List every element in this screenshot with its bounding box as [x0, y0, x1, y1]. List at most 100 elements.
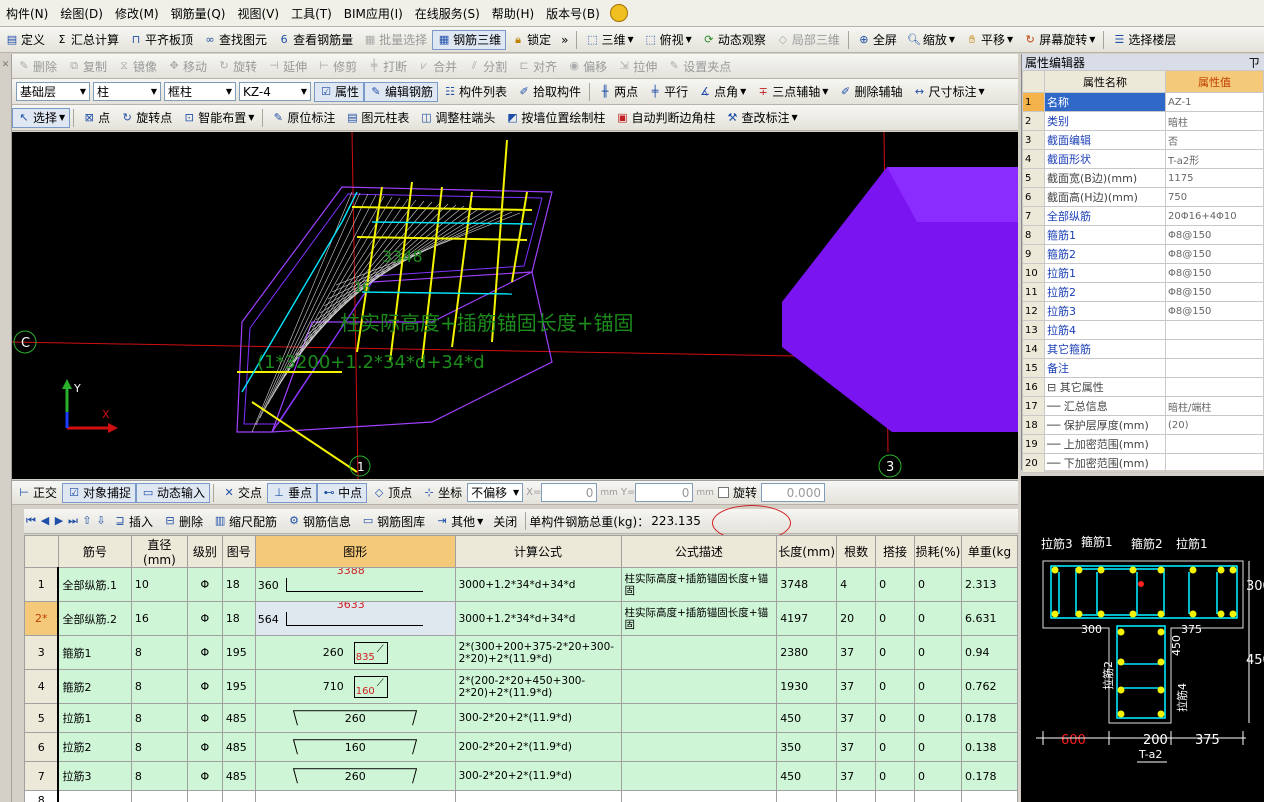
formula-cell[interactable]: 200-2*20+2*(11.9*d) [454, 732, 622, 762]
property-value[interactable] [1165, 339, 1264, 359]
property-row[interactable]: 2 类别 暗柱 [1022, 111, 1264, 131]
sum-calc-button[interactable]: Σ 汇总计算 [50, 30, 124, 50]
merge-button[interactable]: ⩗ 合并 [412, 56, 462, 76]
grade-cell[interactable]: Φ [186, 601, 223, 636]
length-cell[interactable] [776, 790, 838, 802]
subtype-select[interactable]: 框柱 ▼ [164, 82, 236, 101]
property-value[interactable] [1165, 377, 1264, 397]
intersect-snap[interactable]: ✕ 交点 [217, 483, 267, 503]
table-row[interactable]: 1 全部纵筋.1 10 Φ 18 360 3388 3000+1.2*34*d+34*d 柱实际… [24, 567, 1018, 602]
formula-cell[interactable]: 300-2*20+2*(11.9*d) [454, 703, 622, 733]
scale-rebar-button[interactable]: ▥ 缩尺配筋 [208, 511, 282, 531]
formula-desc-cell[interactable] [620, 761, 778, 791]
table-row[interactable]: 3 箍筋1 8 Φ 195 260 835 ⟋ 2*(300+200+375-2*20+300-… [24, 635, 1018, 670]
midpoint-snap[interactable]: ⊷ 中点 [317, 482, 368, 503]
by-wall-button[interactable]: ◩ 按墙位置绘制柱 [500, 108, 610, 128]
row-number[interactable]: 1 [24, 567, 60, 602]
align-button[interactable]: ⊏ 对齐 [512, 56, 562, 76]
diameter-cell[interactable]: 8 [130, 635, 188, 670]
row-number[interactable]: 4 [24, 669, 60, 704]
bar-id-cell[interactable]: 拉筋2 [57, 732, 132, 762]
figure-no-cell[interactable]: 18 [221, 601, 256, 636]
count-cell[interactable]: 4 [836, 567, 877, 602]
lap-cell[interactable]: 0 [875, 732, 916, 762]
formula-desc-cell[interactable] [620, 669, 778, 704]
property-row[interactable]: 16 ⊟ 其它属性 [1022, 377, 1264, 397]
formula-cell[interactable]: 2*(200-2*20+450+300-2*20)+2*(11.9*d) [454, 669, 622, 704]
shape-cell[interactable]: 160 [254, 732, 456, 762]
figure-no-cell[interactable]: 195 [221, 635, 256, 670]
property-value[interactable]: (20) [1165, 415, 1264, 435]
bar-id-cell[interactable]: 拉筋1 [57, 703, 132, 733]
layer-select[interactable]: 基础层 ▼ [16, 82, 90, 101]
loss-cell[interactable]: 0 [914, 635, 962, 670]
table-row[interactable]: 5 拉筋1 8 Φ 485 260 300-2*20+2*(11.9*d) 450 37 0 0 0.… [24, 703, 1018, 733]
type-select[interactable]: 柱 ▼ [93, 82, 161, 101]
set-node-button[interactable]: ✎ 设置夹点 [662, 56, 736, 76]
point-angle-button[interactable]: ∡ 点角 ▼ [693, 82, 751, 102]
property-value[interactable]: 暗柱 [1165, 111, 1264, 131]
unit-weight-cell[interactable]: 2.313 [960, 567, 1018, 602]
user-avatar-icon[interactable] [609, 4, 628, 22]
loss-cell[interactable]: 0 [914, 703, 962, 733]
mirror-button[interactable]: ⧖ 镜像 [112, 56, 162, 76]
lap-cell[interactable]: 0 [875, 635, 916, 670]
length-cell[interactable]: 450 [776, 703, 838, 733]
count-cell[interactable] [836, 790, 877, 802]
unit-weight-cell[interactable]: 0.178 [960, 761, 1018, 791]
menu-online[interactable]: 在线服务(S) [409, 0, 486, 26]
loss-cell[interactable] [914, 790, 962, 802]
vertex-snap[interactable]: ◇ 顶点 [367, 483, 417, 503]
next-record-icon[interactable]: ▶ [52, 514, 66, 528]
property-row[interactable]: 10 拉筋1 Φ8@150 [1022, 263, 1264, 283]
count-cell[interactable]: 37 [836, 703, 877, 733]
length-cell[interactable]: 3748 [776, 567, 838, 602]
formula-cell[interactable]: 3000+1.2*34*d+34*d [454, 567, 622, 602]
lap-cell[interactable]: 0 [875, 761, 916, 791]
loss-cell[interactable]: 0 [914, 601, 962, 636]
formula-cell[interactable]: 3000+1.2*34*d+34*d [454, 601, 622, 636]
col-figure-no[interactable]: 图号 [221, 535, 256, 568]
three-point-aux-button[interactable]: ∓ 三点辅轴 ▼ [751, 82, 833, 102]
x-coord-input[interactable]: 0 [541, 483, 598, 502]
menu-view[interactable]: 视图(V) [231, 0, 285, 26]
formula-cell[interactable]: 2*(300+200+375-2*20+300-2*20)+2*(11.9*d) [454, 635, 622, 670]
pin-icon[interactable]: ㄗ [1248, 54, 1260, 71]
offset-mode-select[interactable]: 不偏移 ▼ [467, 483, 524, 502]
pan-button[interactable]: ✋︎ 平移 ▼ [960, 30, 1018, 50]
menu-help[interactable]: 帮助(H) [486, 0, 540, 26]
ortho-toggle[interactable]: ⊢ 正交 [12, 483, 62, 503]
close-grid-button[interactable]: 关闭 [488, 511, 522, 531]
property-row[interactable]: 20 ── 下加密范围(mm) [1022, 453, 1264, 473]
stretch-button[interactable]: ⇲ 拉伸 [612, 56, 662, 76]
property-value[interactable]: Φ8@150 [1165, 301, 1264, 321]
shape-cell[interactable]: 360 3388 [254, 567, 456, 602]
property-value[interactable] [1165, 434, 1264, 454]
formula-desc-cell[interactable] [620, 703, 778, 733]
shape-cell[interactable] [254, 790, 456, 802]
length-cell[interactable]: 4197 [776, 601, 838, 636]
table-row[interactable]: 4 箍筋2 8 Φ 195 710 160 ⟋ 2*(200-2*20+450+300-2*20… [24, 669, 1018, 704]
rotate-point-button[interactable]: ↻ 旋转点 [115, 108, 177, 128]
shape-cell[interactable]: 260 [254, 761, 456, 791]
col-grade[interactable]: 级别 [186, 535, 223, 568]
break-button[interactable]: ╪ 打断 [362, 56, 412, 76]
loss-cell[interactable]: 0 [914, 567, 962, 602]
property-row[interactable]: 7 全部纵筋 20Φ16+4Φ10 [1022, 206, 1264, 226]
smart-layout-button[interactable]: ⊡ 智能布置 ▼ [177, 108, 259, 128]
screen-rotate-button[interactable]: ↻ 屏幕旋转 ▼ [1018, 30, 1100, 50]
menu-tools[interactable]: 工具(T) [285, 0, 338, 26]
find-element-button[interactable]: ∞ 查找图元 [198, 30, 272, 50]
insert-row-button[interactable]: ⊒ 插入 [108, 511, 158, 531]
property-row[interactable]: 18 ── 保护层厚度(mm) (20) [1022, 415, 1264, 435]
select-button[interactable]: ↖ 选择 ▼ [12, 107, 71, 128]
row-number[interactable]: 6 [24, 732, 60, 762]
fullscreen-button[interactable]: ⊕ 全屏 [852, 30, 902, 50]
other-button[interactable]: ⇥ 其他 ▼ [430, 511, 488, 531]
3d-viewport[interactable]: C 3 1 柱实际高度+插筋锚固长度+锚固 (1*3200+1.2*34*d+3… [12, 132, 1018, 479]
unit-weight-cell[interactable]: 0.138 [960, 732, 1018, 762]
property-row[interactable]: 15 备注 [1022, 358, 1264, 378]
move-down-icon[interactable]: ⇩ [94, 514, 108, 528]
prev-record-icon[interactable]: ◀ [38, 514, 52, 528]
close-icon[interactable]: ✕ [0, 60, 11, 70]
